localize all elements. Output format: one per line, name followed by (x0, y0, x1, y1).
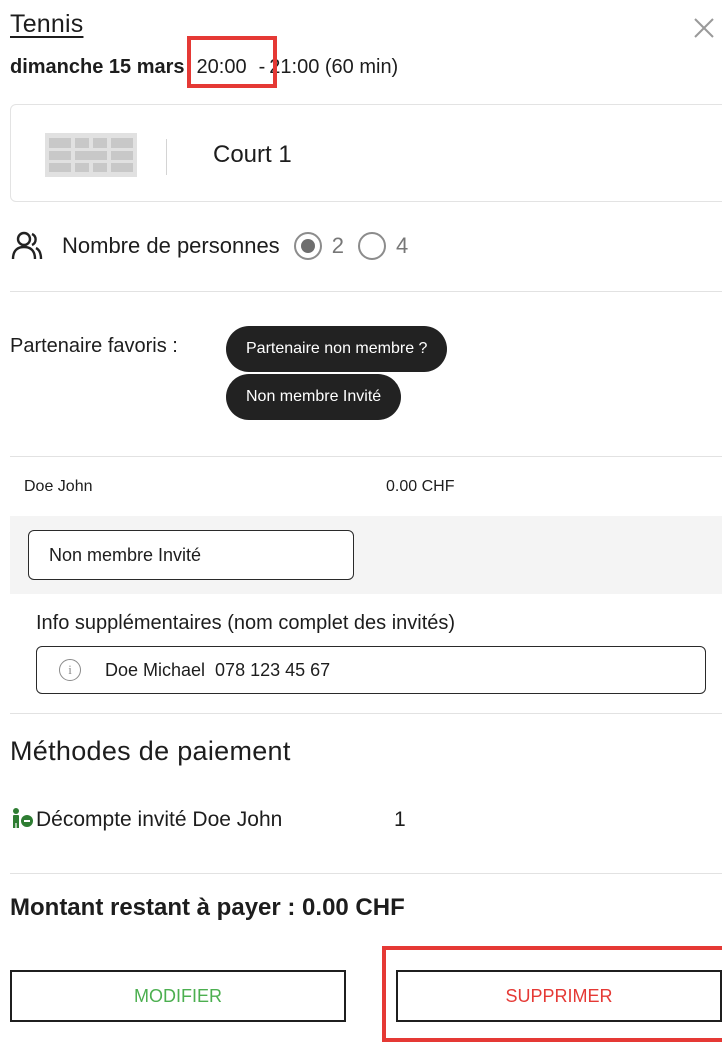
payment-method-count: 1 (394, 808, 406, 831)
invited-non-member-button[interactable]: Non membre Invité (226, 374, 402, 420)
player-price: 0.00 CHF (386, 478, 455, 495)
info-icon: i (59, 659, 81, 681)
close-icon[interactable] (690, 14, 718, 42)
booking-datetime: dimanche 15 mars 20:00 - 21:00 (60 min) (10, 36, 399, 88)
radio-unselected-icon[interactable] (357, 232, 386, 260)
divider (10, 713, 722, 714)
court-divider (166, 139, 167, 175)
persons-option-4[interactable]: 4 (357, 232, 408, 260)
extra-info-field[interactable]: i Doe Michael 078 123 45 67 (36, 646, 706, 694)
guest-ticket-icon (13, 808, 33, 828)
persons-option-2[interactable]: 2 (293, 232, 344, 260)
player-type-select[interactable]: Non membre Invité (28, 530, 354, 580)
divider (10, 873, 722, 874)
favorite-partner-label: Partenaire favoris : (10, 335, 178, 357)
extra-info-value[interactable]: Doe Michael 078 123 45 67 (105, 660, 330, 681)
booking-start-time: 20:00 (186, 36, 277, 88)
payment-method-label: Décompte invité Doe John (36, 808, 283, 831)
modify-button[interactable]: MODIFIER (10, 970, 346, 1022)
remaining-amount: Montant restant à payer : 0.00 CHF (10, 894, 405, 921)
persons-label: Nombre de personnes (62, 233, 280, 258)
payment-methods-title: Méthodes de paiement (10, 736, 291, 766)
extra-info-label: Info supplémentaires (nom complet des in… (36, 612, 456, 634)
divider (10, 456, 722, 457)
page-title: Tennis (10, 10, 84, 38)
radio-selected-icon[interactable] (293, 232, 322, 260)
player-name: Doe John (24, 478, 93, 495)
people-icon (11, 231, 43, 260)
court-name: Court 1 (213, 141, 292, 168)
court-card: Court 1 (10, 104, 722, 202)
booking-end-time: 21:00 (60 min) (269, 56, 399, 78)
non-member-partner-button[interactable]: Partenaire non membre ? (226, 326, 448, 372)
delete-button[interactable]: SUPPRIMER (396, 970, 722, 1022)
booking-date: dimanche 15 mars (10, 56, 185, 78)
persons-selector: Nombre de personnes 2 4 (10, 226, 408, 266)
payment-method-item: Décompte invité Doe John (10, 802, 340, 837)
court-grid-icon (45, 133, 137, 177)
start-time-highlight (186, 36, 277, 88)
divider (10, 291, 722, 292)
